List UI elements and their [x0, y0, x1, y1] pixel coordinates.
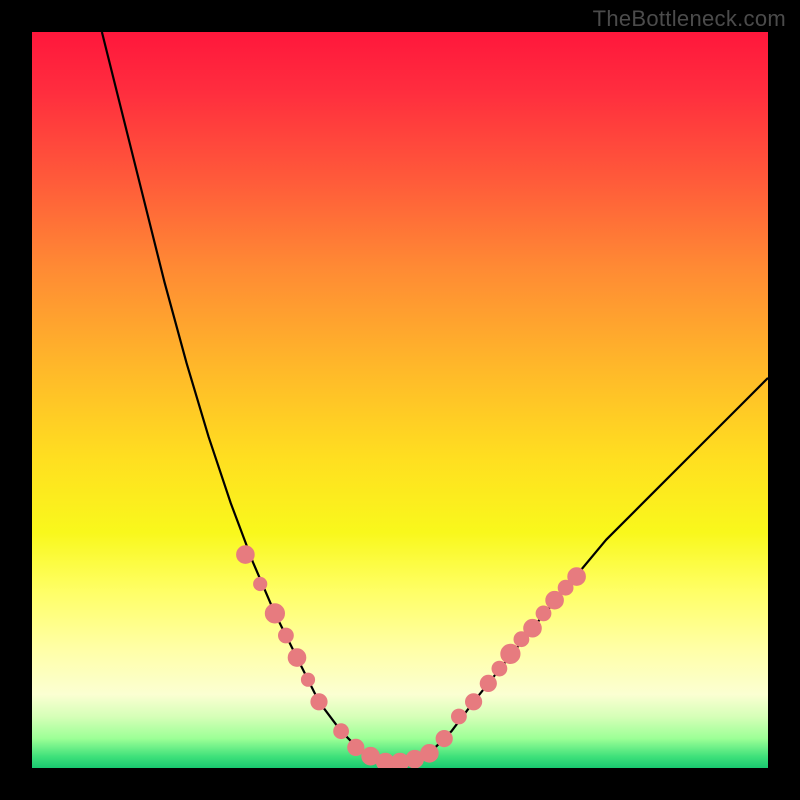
data-marker	[421, 745, 439, 763]
data-marker	[452, 709, 467, 724]
plot-area	[32, 32, 768, 768]
data-marker	[311, 694, 327, 710]
data-marker	[524, 619, 542, 637]
data-marker	[254, 577, 267, 590]
data-marker	[334, 724, 349, 739]
data-marker	[436, 731, 452, 747]
data-marker	[279, 628, 294, 643]
data-marker	[536, 606, 551, 621]
data-marker	[480, 675, 496, 691]
data-marker	[466, 694, 482, 710]
data-marker	[568, 568, 586, 586]
watermark-text: TheBottleneck.com	[593, 6, 786, 32]
data-marker	[288, 649, 306, 667]
chart-frame: TheBottleneck.com	[0, 0, 800, 800]
data-marker	[546, 591, 564, 609]
data-marker	[501, 644, 520, 663]
data-marker	[265, 604, 284, 623]
data-marker	[237, 546, 255, 564]
bottleneck-curve	[32, 32, 768, 768]
data-marker	[301, 673, 314, 686]
data-marker	[348, 739, 364, 755]
data-marker	[492, 661, 507, 676]
